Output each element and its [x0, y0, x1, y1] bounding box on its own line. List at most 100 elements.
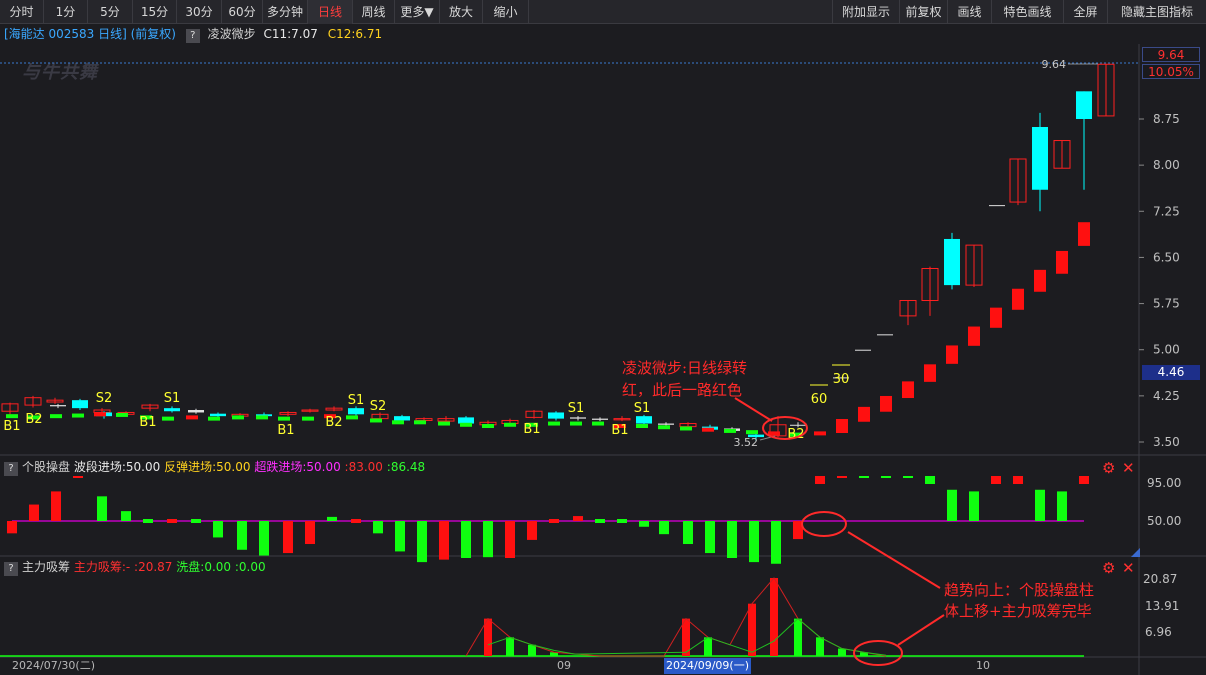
- step-block: [858, 406, 870, 422]
- step-block: [94, 412, 106, 417]
- panel1-help-icon[interactable]: ?: [4, 462, 18, 476]
- panel2-bars: [484, 578, 868, 656]
- panel2-gear-icon[interactable]: ⚙: [1102, 560, 1115, 576]
- panel2-tick-6: 6.96: [1145, 625, 1172, 639]
- panel1-gear-icon[interactable]: ⚙: [1102, 460, 1115, 476]
- step-block: [256, 415, 268, 420]
- candle-body: [210, 413, 226, 417]
- panel2-help-icon[interactable]: ?: [4, 562, 18, 576]
- candle-body: [394, 416, 410, 421]
- panel1-bar: [815, 476, 825, 484]
- step-block: [208, 416, 220, 421]
- candlestick-series: [1, 63, 1115, 441]
- candle-body: [570, 417, 586, 419]
- panel1-value-green: :86.48: [386, 460, 426, 474]
- panel1-bar: [1013, 476, 1023, 484]
- step-block: [1056, 250, 1068, 274]
- price-tick-label: 5.75: [1153, 297, 1180, 311]
- step-block: [548, 421, 560, 426]
- panel1-bar: [749, 521, 759, 563]
- panel1-bar: [969, 491, 979, 521]
- sell-signal-label: S2: [370, 399, 387, 414]
- step-block: [746, 430, 758, 435]
- candle-body: [636, 416, 652, 424]
- panel1-tick-95: 95.00: [1147, 476, 1181, 490]
- step-block: [592, 421, 604, 426]
- sell-signal-label: S1: [164, 391, 181, 406]
- panel1-bar: [837, 476, 847, 478]
- panel2-tick-20: 20.87: [1143, 572, 1177, 586]
- date-month-09: 09: [557, 659, 571, 672]
- panel2-washout: 洗盘:0.00: [176, 560, 232, 574]
- marker-60-label: 60: [811, 392, 828, 407]
- panel1-bar: [7, 521, 17, 534]
- candle-body: [348, 408, 364, 415]
- panel2-bar: [704, 637, 712, 656]
- candle-body: [1032, 126, 1048, 190]
- step-block: [6, 414, 18, 419]
- panel1-bar: [881, 476, 891, 478]
- candle-body: [592, 418, 608, 420]
- step-block: [702, 427, 714, 432]
- panel1-tick-50: 50.00: [1147, 514, 1181, 528]
- resize-triangle-icon[interactable]: [1131, 548, 1140, 557]
- panel2-close-icon[interactable]: ✕: [1122, 560, 1135, 576]
- step-block: [724, 428, 736, 433]
- price-tick-label: 4.25: [1153, 389, 1180, 403]
- sell-signal-label: S1: [634, 401, 651, 416]
- low-price-label: 3.52: [734, 436, 759, 449]
- panel1-bar: [439, 521, 449, 560]
- panel2-accumulation: 主力吸筹:-: [73, 560, 131, 574]
- buy-signal-label: B2: [25, 412, 42, 427]
- step-block: [836, 419, 848, 434]
- date-month-10: 10: [976, 659, 990, 672]
- panel1-name[interactable]: 个股操盘: [22, 460, 70, 474]
- candle-body: [548, 412, 564, 419]
- panel1-bar: [683, 521, 693, 545]
- step-block: [968, 326, 980, 346]
- pct-change-tag: 10.05%: [1142, 64, 1200, 79]
- panel2-bar: [528, 644, 536, 656]
- panel2-bar: [748, 603, 756, 656]
- buy-signal-label: B1: [3, 419, 20, 434]
- candle-body: [458, 417, 474, 424]
- sell-signal-label: S1: [568, 401, 585, 416]
- step-block: [414, 420, 426, 425]
- step-block: [570, 421, 582, 426]
- step-block: [392, 420, 404, 425]
- buy-signal-label: B1: [139, 415, 156, 430]
- candle-body: [944, 238, 960, 286]
- step-block: [504, 422, 516, 427]
- panel1-bar: [573, 516, 583, 521]
- panel1-bar: [947, 489, 957, 521]
- panel1-bar: [1057, 491, 1067, 521]
- candle-body: [50, 405, 66, 407]
- panel2-accumulation-value: :20.87: [134, 560, 173, 574]
- step-block: [186, 415, 198, 420]
- panel1-bar: [417, 521, 427, 563]
- step-block: [1034, 269, 1046, 292]
- panel1-close-icon[interactable]: ✕: [1122, 460, 1135, 476]
- date-selected[interactable]: 2024/09/09(一): [664, 658, 751, 674]
- annotation-2-line1: 趋势向上：个股操盘柱: [944, 581, 1095, 599]
- step-block: [232, 415, 244, 420]
- step-block: [162, 416, 174, 421]
- price-tick-label: 8.00: [1153, 158, 1180, 172]
- step-block: [482, 424, 494, 429]
- panel1-bar: [991, 476, 1001, 484]
- annotation-1-line1: 凌波微步:日线绿转: [622, 359, 748, 377]
- step-block: [990, 307, 1002, 328]
- panel1-bar: [213, 521, 223, 538]
- step-block: [924, 364, 936, 382]
- annotation-1-line2: 红，此后一路红色: [622, 381, 743, 399]
- candle-body: [188, 410, 204, 413]
- annotation-2-arrow-bottom: [897, 614, 945, 646]
- panel1-bar: [705, 521, 715, 554]
- panel1-bar: [727, 521, 737, 558]
- step-block: [116, 412, 128, 417]
- step-block: [768, 431, 780, 436]
- panel1-bar: [327, 516, 337, 521]
- annotation-2-circle-top: [801, 511, 847, 537]
- panel2-name[interactable]: 主力吸筹: [22, 560, 70, 574]
- panel1-bar: [167, 519, 177, 523]
